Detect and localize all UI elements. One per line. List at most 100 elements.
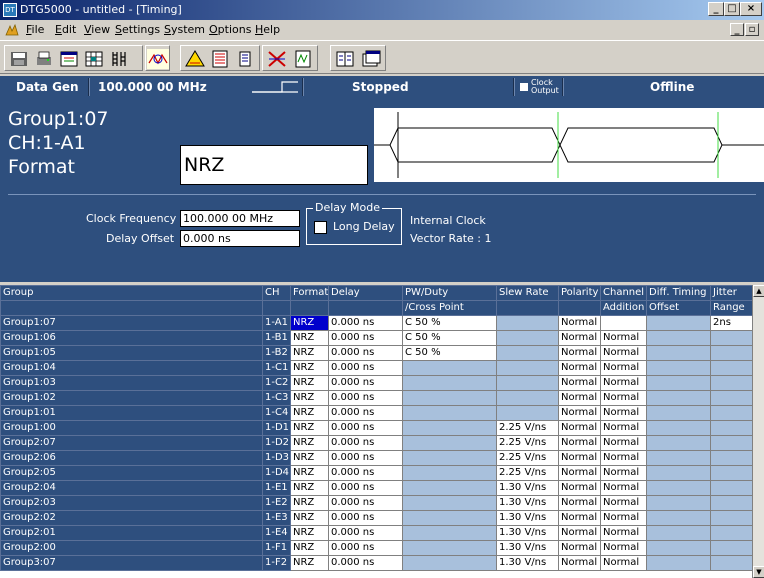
cell-delay[interactable]: 0.000 ns xyxy=(328,450,403,466)
cell-slew-rate[interactable]: 2.25 V/ns xyxy=(496,450,559,466)
cell-polarity[interactable]: Normal xyxy=(558,495,601,511)
cell-channel-addition[interactable]: Normal xyxy=(600,480,647,496)
cell-polarity[interactable]: Normal xyxy=(558,375,601,391)
mdi-minimize-button[interactable]: _ xyxy=(730,23,744,36)
cell-group[interactable]: Group2:07 xyxy=(0,435,263,451)
cell-channel-addition[interactable]: Normal xyxy=(600,375,647,391)
table-row[interactable]: Group2:05 1-D4 NRZ 0.000 ns 2.25 V/ns Normal N… xyxy=(0,465,752,481)
header-polarity[interactable]: Polarity xyxy=(558,285,601,301)
cell-ch[interactable]: 1-A1 xyxy=(262,315,291,331)
cell-pw-duty[interactable] xyxy=(402,480,497,496)
cell-pw-duty[interactable] xyxy=(402,495,497,511)
cell-delay[interactable]: 0.000 ns xyxy=(328,405,403,421)
cell-group[interactable]: Group1:04 xyxy=(0,360,263,376)
cell-channel-addition[interactable] xyxy=(600,315,647,331)
cell-group[interactable]: Group1:01 xyxy=(0,405,263,421)
cell-diff-timing-offset[interactable] xyxy=(646,330,711,346)
cell-channel-addition[interactable]: Normal xyxy=(600,435,647,451)
cell-pw-duty[interactable]: C 50 % xyxy=(402,315,497,331)
cell-slew-rate[interactable]: 1.30 V/ns xyxy=(496,480,559,496)
cell-slew-rate[interactable]: 2.25 V/ns xyxy=(496,420,559,436)
cell-polarity[interactable]: Normal xyxy=(558,345,601,361)
cell-ch[interactable]: 1-F2 xyxy=(262,555,291,571)
cell-ch[interactable]: 1-B1 xyxy=(262,330,291,346)
cell-polarity[interactable]: Normal xyxy=(558,435,601,451)
cell-slew-rate[interactable]: 2.25 V/ns xyxy=(496,465,559,481)
header-ch[interactable]: CH xyxy=(262,285,291,301)
cell-delay[interactable]: 0.000 ns xyxy=(328,345,403,361)
cell-diff-timing-offset[interactable] xyxy=(646,450,711,466)
header-delay[interactable] xyxy=(328,300,403,316)
header-pw-duty[interactable]: PW/Duty xyxy=(402,285,497,301)
delay-offset-field[interactable]: 0.000 ns xyxy=(180,230,300,247)
cell-channel-addition[interactable]: Normal xyxy=(600,330,647,346)
cell-ch[interactable]: 1-C3 xyxy=(262,390,291,406)
cross-icon[interactable] xyxy=(266,49,288,69)
cell-format[interactable]: NRZ xyxy=(290,360,329,376)
cell-format[interactable]: NRZ xyxy=(290,405,329,421)
cell-channel-addition[interactable]: Normal xyxy=(600,405,647,421)
save-icon[interactable] xyxy=(8,49,30,69)
mdi-restore-button[interactable]: ▫ xyxy=(745,23,759,36)
warning-icon[interactable] xyxy=(184,49,206,69)
cell-format[interactable]: NRZ xyxy=(290,435,329,451)
cell-group[interactable]: Group2:02 xyxy=(0,510,263,526)
cell-polarity[interactable]: Normal xyxy=(558,510,601,526)
cell-pw-duty[interactable] xyxy=(402,420,497,436)
cell-slew-rate[interactable]: 1.30 V/ns xyxy=(496,555,559,571)
cell-channel-addition[interactable]: Normal xyxy=(600,555,647,571)
cell-delay[interactable]: 0.000 ns xyxy=(328,390,403,406)
cell-ch[interactable]: 1-D3 xyxy=(262,450,291,466)
header-group[interactable] xyxy=(0,300,263,316)
table-row[interactable]: Group2:01 1-E4 NRZ 0.000 ns 1.30 V/ns Normal N… xyxy=(0,525,752,541)
cell-channel-addition[interactable]: Normal xyxy=(600,495,647,511)
cell-format[interactable]: NRZ xyxy=(290,510,329,526)
cell-group[interactable]: Group3:07 xyxy=(0,555,263,571)
table-row[interactable]: Group3:07 1-F2 NRZ 0.000 ns 1.30 V/ns Normal N… xyxy=(0,555,752,571)
header-jitter-range[interactable]: Jitter xyxy=(710,285,752,301)
cell-ch[interactable]: 1-C1 xyxy=(262,360,291,376)
cell-ch[interactable]: 1-E4 xyxy=(262,525,291,541)
cell-slew-rate[interactable]: 1.30 V/ns xyxy=(496,495,559,511)
cell-format[interactable]: NRZ xyxy=(290,480,329,496)
cell-diff-timing-offset[interactable] xyxy=(646,405,711,421)
cell-pw-duty[interactable]: C 50 % xyxy=(402,330,497,346)
cell-polarity[interactable]: Normal xyxy=(558,360,601,376)
cell-delay[interactable]: 0.000 ns xyxy=(328,540,403,556)
cell-channel-addition[interactable]: Normal xyxy=(600,450,647,466)
subsequence-icon[interactable] xyxy=(234,49,256,69)
menu-options[interactable]: Options xyxy=(209,23,251,36)
cell-group[interactable]: Group1:02 xyxy=(0,390,263,406)
cell-channel-addition[interactable]: Normal xyxy=(600,360,647,376)
cell-pw-duty[interactable]: C 50 % xyxy=(402,345,497,361)
cell-pw-duty[interactable] xyxy=(402,375,497,391)
header-polarity[interactable] xyxy=(558,300,601,316)
header-format[interactable] xyxy=(290,300,329,316)
cell-group[interactable]: Group1:06 xyxy=(0,330,263,346)
cell-format[interactable]: NRZ xyxy=(290,390,329,406)
menu-settings[interactable]: Settings xyxy=(115,23,160,36)
cell-diff-timing-offset[interactable] xyxy=(646,540,711,556)
header-group[interactable]: Group xyxy=(0,285,263,301)
cell-diff-timing-offset[interactable] xyxy=(646,390,711,406)
cell-pw-duty[interactable] xyxy=(402,390,497,406)
close-button[interactable]: × xyxy=(740,2,762,16)
cell-channel-addition[interactable]: Normal xyxy=(600,465,647,481)
cell-jitter-range[interactable] xyxy=(710,330,752,346)
table-row[interactable]: Group2:07 1-D2 NRZ 0.000 ns 2.25 V/ns Normal N… xyxy=(0,435,752,451)
cell-jitter-range[interactable] xyxy=(710,525,752,541)
cell-ch[interactable]: 1-F1 xyxy=(262,540,291,556)
cell-polarity[interactable]: Normal xyxy=(558,525,601,541)
long-delay-checkbox[interactable] xyxy=(314,221,327,234)
cell-channel-addition[interactable]: Normal xyxy=(600,540,647,556)
restore-button[interactable]: □ xyxy=(724,2,740,16)
cell-pw-duty[interactable] xyxy=(402,360,497,376)
cell-jitter-range[interactable] xyxy=(710,360,752,376)
cell-jitter-range[interactable] xyxy=(710,480,752,496)
cell-pw-duty[interactable] xyxy=(402,450,497,466)
cell-diff-timing-offset[interactable] xyxy=(646,375,711,391)
compare-icon[interactable] xyxy=(334,49,356,69)
table-row[interactable]: Group2:03 1-E2 NRZ 0.000 ns 1.30 V/ns Normal N… xyxy=(0,495,752,511)
table-row[interactable]: Group1:03 1-C2 NRZ 0.000 ns Normal Normal xyxy=(0,375,752,391)
cell-slew-rate[interactable] xyxy=(496,390,559,406)
